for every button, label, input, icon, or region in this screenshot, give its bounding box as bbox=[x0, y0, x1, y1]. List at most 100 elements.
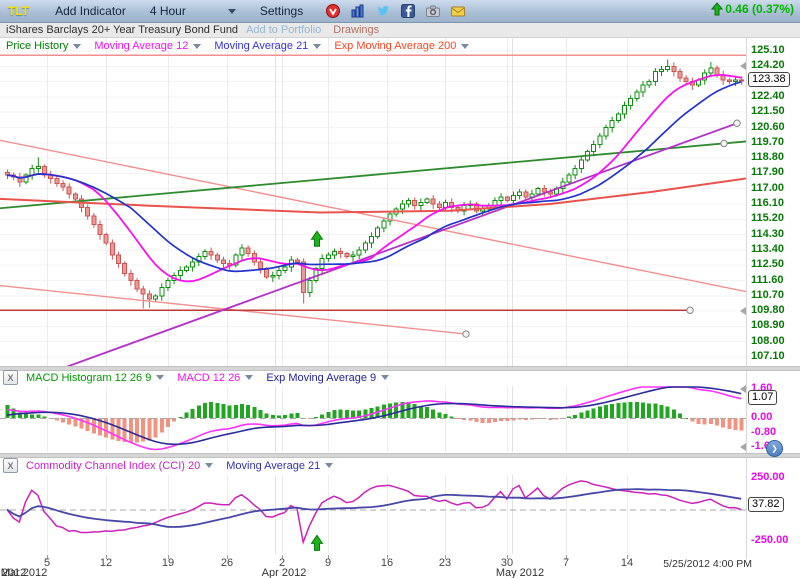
macd-axis-label: -0.80 bbox=[751, 426, 776, 438]
macd-legend: X MACD Histogram 12 26 9 MACD 12 26 Exp … bbox=[0, 370, 402, 385]
legend-macd[interactable]: MACD 12 26 bbox=[177, 372, 253, 384]
price-axis-label: 108.00 bbox=[751, 335, 785, 347]
month-label: Apr 2012 bbox=[253, 567, 315, 578]
mail-icon[interactable] bbox=[450, 3, 466, 19]
scroll-right-button[interactable]: ❯ bbox=[766, 440, 783, 457]
close-macd-button[interactable]: X bbox=[3, 370, 18, 385]
cci-ma-line bbox=[7, 489, 741, 527]
legend-macd-histogram[interactable]: MACD Histogram 12 26 9 bbox=[26, 372, 164, 384]
time-tick-label: 26 bbox=[214, 557, 240, 569]
price-axis-label: 109.80 bbox=[751, 304, 785, 316]
symbol-label: TLT bbox=[8, 4, 29, 18]
community-icon[interactable] bbox=[350, 3, 366, 19]
close-cci-button[interactable]: X bbox=[3, 458, 18, 473]
legend-macd-signal[interactable]: Exp Moving Average 9 bbox=[266, 372, 389, 384]
chevron-down-icon bbox=[313, 44, 321, 49]
change-value: 0.46 (0.37%) bbox=[725, 2, 794, 16]
last-price-box: 123.38 bbox=[748, 72, 790, 87]
macd-panel bbox=[0, 387, 746, 450]
price-axis-label: 107.10 bbox=[751, 350, 785, 362]
axis-marker bbox=[740, 62, 746, 70]
macd-axis-label: 0.00 bbox=[751, 411, 772, 423]
price-axis-label: 115.20 bbox=[751, 212, 784, 224]
price-axis-label: 124.20 bbox=[751, 59, 785, 71]
chevron-down-icon bbox=[205, 463, 213, 468]
down-trendline-long bbox=[0, 140, 746, 291]
chevron-down-icon bbox=[193, 44, 201, 49]
price-axis-label: 112.50 bbox=[751, 258, 784, 270]
price-axis-label: 121.50 bbox=[751, 105, 785, 117]
price-axis-label: 118.80 bbox=[751, 151, 784, 163]
price-panel bbox=[0, 55, 746, 391]
top-toolbar: TLT Add Indicator 4 Hour Settings bbox=[0, 0, 800, 23]
legend-moving-average-12[interactable]: Moving Average 12 bbox=[94, 40, 201, 52]
chevron-down-icon bbox=[245, 375, 253, 380]
time-tick-label: 7 bbox=[553, 557, 579, 569]
price-axis-label: 113.40 bbox=[751, 243, 784, 255]
chevron-down-icon bbox=[461, 44, 469, 49]
trendline-drawings bbox=[0, 55, 746, 391]
up-trendline-green bbox=[0, 141, 746, 208]
time-tick-label: 19 bbox=[155, 557, 181, 569]
up-trendline-violet bbox=[0, 123, 737, 391]
time-tick-label: 9 bbox=[315, 557, 341, 569]
month-label: May 2012 bbox=[489, 567, 551, 578]
legend-price-history[interactable]: Price History bbox=[6, 40, 81, 52]
price-axis-label: 117.90 bbox=[751, 166, 784, 178]
gridlines bbox=[0, 38, 747, 559]
chart-canvas[interactable] bbox=[0, 0, 800, 578]
axis-marker bbox=[740, 385, 746, 393]
cci-legend: X Commodity Channel Index (CCI) 20 Movin… bbox=[0, 458, 346, 473]
twitter-icon[interactable] bbox=[375, 3, 391, 19]
add-indicator-button[interactable]: Add Indicator bbox=[55, 4, 126, 18]
chevron-down-icon bbox=[156, 375, 164, 380]
buy-signal-arrow bbox=[312, 231, 323, 246]
legend-cci[interactable]: Commodity Channel Index (CCI) 20 bbox=[26, 460, 213, 472]
interval-value: 4 Hour bbox=[150, 4, 186, 18]
price-axis-label: 125.10 bbox=[751, 44, 785, 56]
chevron-down-icon bbox=[325, 463, 333, 468]
chevron-down-icon bbox=[228, 9, 236, 14]
price-axis-label: 111.60 bbox=[751, 274, 783, 286]
time-tick-label: 14 bbox=[614, 557, 640, 569]
moving-average-21 bbox=[7, 82, 741, 272]
time-tick-label: 23 bbox=[432, 557, 458, 569]
chevron-down-icon bbox=[73, 44, 81, 49]
price-axis-label: 117.00 bbox=[751, 182, 784, 194]
settings-button[interactable]: Settings bbox=[260, 4, 303, 18]
up-arrow-icon bbox=[711, 2, 723, 16]
toolbar-icons bbox=[325, 3, 466, 19]
axis-marker bbox=[740, 443, 746, 451]
drawings-menu[interactable]: Drawings bbox=[333, 24, 379, 36]
symbol-subbar: iShares Barclays 20+ Year Treasury Bond … bbox=[0, 23, 800, 38]
price-axis-label: 119.70 bbox=[751, 136, 784, 148]
snapshot-icon[interactable] bbox=[425, 3, 441, 19]
macd-value-box: 1.07 bbox=[748, 390, 777, 405]
time-tick-label: 16 bbox=[374, 557, 400, 569]
price-axis-label: 108.90 bbox=[751, 319, 785, 331]
last-update-label: 5/25/2012 4:00 PM bbox=[640, 558, 752, 570]
price-axis-label: 120.60 bbox=[751, 121, 785, 133]
buy-signal-arrow bbox=[312, 535, 323, 550]
cci-value-box: 37.82 bbox=[748, 497, 784, 512]
axis-marker bbox=[740, 307, 746, 315]
price-axis-label: 116.10 bbox=[751, 197, 784, 209]
legend-cci-ma[interactable]: Moving Average 21 bbox=[226, 460, 333, 472]
charting-application: TLT Add Indicator 4 Hour Settings bbox=[0, 0, 800, 578]
cci-panel bbox=[0, 481, 746, 550]
cci-axis-label: -250.00 bbox=[751, 534, 788, 546]
month-label: Mar 2012 bbox=[0, 567, 55, 578]
chevron-down-icon bbox=[381, 375, 389, 380]
price-axis-label: 114.30 bbox=[751, 228, 784, 240]
legend-exp-moving-average-200[interactable]: Exp Moving Average 200 bbox=[334, 40, 469, 52]
price-axis-label: 122.40 bbox=[751, 90, 785, 102]
interval-dropdown[interactable]: 4 Hour bbox=[150, 4, 236, 18]
price-axis-label: 110.70 bbox=[751, 289, 784, 301]
price-change-indicator: 0.46 (0.37%) bbox=[711, 2, 794, 16]
alerts-icon[interactable] bbox=[325, 3, 341, 19]
facebook-icon[interactable] bbox=[400, 3, 416, 19]
cci-axis-label: 250.00 bbox=[751, 471, 785, 483]
add-to-portfolio-link[interactable]: Add to Portfolio bbox=[246, 24, 321, 36]
legend-moving-average-21[interactable]: Moving Average 21 bbox=[214, 40, 321, 52]
time-tick-label: 12 bbox=[93, 557, 119, 569]
